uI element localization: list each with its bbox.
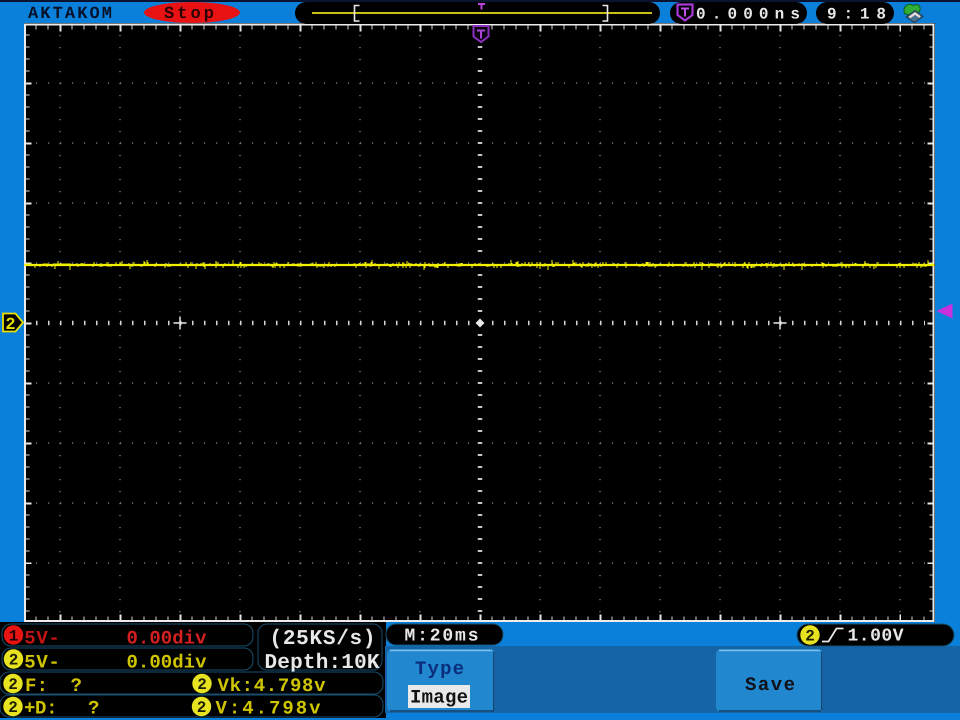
- svg-text:+D:: +D:: [24, 698, 58, 720]
- svg-text:2: 2: [8, 676, 18, 694]
- svg-text:2: 2: [197, 676, 207, 694]
- svg-text:V:4.798v: V:4.798v: [216, 698, 322, 720]
- svg-text:2: 2: [805, 628, 815, 646]
- svg-text:?: ?: [88, 698, 99, 720]
- svg-text:1: 1: [9, 628, 19, 646]
- svg-text:AKTAKOM: AKTAKOM: [28, 5, 112, 24]
- svg-text:5V-: 5V-: [24, 628, 60, 650]
- svg-text:5V-: 5V-: [24, 652, 60, 674]
- svg-text:Image: Image: [410, 687, 468, 709]
- svg-text:?: ?: [71, 675, 82, 697]
- svg-text:2: 2: [8, 699, 18, 717]
- svg-text:1.00V: 1.00V: [848, 627, 904, 647]
- svg-text:2: 2: [197, 699, 207, 717]
- svg-text:0.00div: 0.00div: [127, 628, 208, 650]
- svg-text:Vk:4.798v: Vk:4.798v: [218, 675, 327, 697]
- svg-text:F:: F:: [25, 675, 48, 697]
- svg-text:2: 2: [9, 652, 19, 670]
- svg-text:Save: Save: [745, 674, 795, 696]
- svg-text:0.00div: 0.00div: [127, 652, 208, 674]
- svg-text:2: 2: [5, 316, 15, 335]
- svg-text:Type: Type: [415, 658, 464, 680]
- svg-text:(25KS/s): (25KS/s): [270, 628, 376, 651]
